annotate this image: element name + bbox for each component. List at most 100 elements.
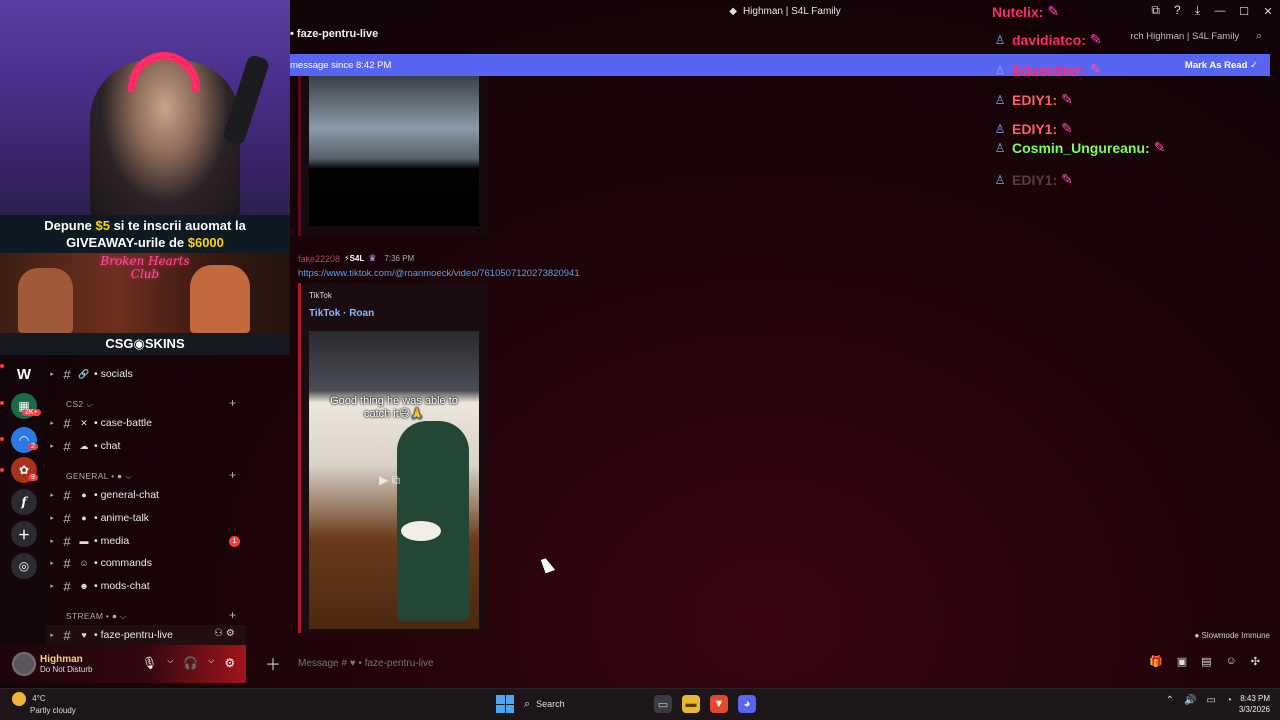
username: Highman	[40, 654, 83, 665]
category-header[interactable]: CS2 ⌵	[66, 399, 93, 410]
add-channel-icon[interactable]: +	[229, 396, 236, 410]
video-thumbnail[interactable]: Good thing he was able to catch it😅🙏 ▶ ⧉	[309, 331, 479, 629]
windows-taskbar: 4°C Partly cloudy ⌕ Search ▭ ▬ ▼ ◕ ⌃ 🔊 ▭…	[0, 688, 1280, 720]
message-input[interactable]	[298, 657, 898, 669]
message-author[interactable]: fake22208	[298, 254, 340, 264]
add-channel-icon[interactable]: +	[229, 608, 236, 622]
server-icon[interactable]: f	[11, 489, 37, 515]
gift-icon[interactable]: 🎁	[1149, 655, 1163, 668]
category-header[interactable]: STREAM • ● ⌵	[66, 611, 127, 622]
category-header[interactable]: GENERAL • ● ⌵	[66, 471, 132, 482]
chevron-right-icon[interactable]: ▸	[46, 442, 58, 450]
channel-name: • commands	[94, 557, 152, 569]
taskbar-search[interactable]: ⌕ Search	[524, 693, 644, 715]
chat-username: EDIY1:	[1012, 120, 1058, 137]
video-caption: Good thing he was able to catch it😅🙏	[330, 395, 458, 420]
chevron-right-icon[interactable]: ▸	[46, 491, 58, 499]
chat-line: ♙ EDIY1: ✎	[992, 91, 1073, 108]
clock[interactable]: 8:43 PM 3/3/2026	[1239, 693, 1270, 715]
headphones-icon[interactable]: 🎧	[183, 656, 198, 670]
sidebar-item-channel[interactable]: ▸ # ☻ • mods-chat	[46, 576, 246, 596]
network-icon[interactable]: ◔	[1226, 695, 1232, 706]
sidebar-item-channel[interactable]: ▸ # ✕ • case-battle	[46, 413, 246, 433]
user-info[interactable]: Highman Do Not Disturb	[40, 654, 92, 674]
chevron-down-icon[interactable]: ⌵	[208, 656, 214, 670]
chevron-right-icon[interactable]: ▸	[46, 370, 58, 378]
giveaway-promo: Depune $5 si te inscrii auomat la GIVEAW…	[0, 215, 290, 253]
chevron-right-icon[interactable]: ▸	[46, 582, 58, 590]
chat-badge-icon: ♙	[994, 140, 1006, 155]
gif-icon[interactable]: ▣	[1177, 655, 1187, 668]
chevron-up-icon[interactable]: ⌃	[1166, 695, 1174, 706]
server-tag[interactable]: ⚡S4L	[344, 254, 364, 263]
chevron-right-icon[interactable]: ▸	[46, 419, 58, 427]
message-timestamp: 7:36 PM	[384, 254, 415, 263]
sidebar-item-channel[interactable]: ▸ # 🔗 • socials	[46, 364, 246, 384]
chevron-right-icon[interactable]: ▸	[46, 559, 58, 567]
chat-badge-icon: ♙	[994, 172, 1006, 187]
slowmode-label: Slowmode Immune	[1201, 631, 1270, 640]
embed-title[interactable]: TikTok · Roan	[309, 308, 374, 319]
server-badge: 2	[28, 443, 38, 450]
clock-time: 8:43 PM	[1240, 694, 1270, 703]
task-view-icon[interactable]: ▭	[654, 695, 672, 713]
unread-dot	[0, 364, 4, 368]
channel-header-title: • faze-pentru-live	[290, 28, 379, 40]
avatar[interactable]	[12, 652, 36, 676]
chevron-right-icon[interactable]: ▸	[46, 514, 58, 522]
discover-icon[interactable]: ◎	[11, 553, 37, 579]
sidebar-item-channel[interactable]: ▸ # ▬ • media	[46, 531, 246, 551]
hash-icon: #	[63, 438, 71, 454]
display-icon[interactable]: ▭	[1207, 695, 1216, 706]
hash-icon: #	[63, 533, 71, 549]
emoji-icon[interactable]: ☺	[1226, 655, 1237, 668]
gear-icon[interactable]: ⚙	[224, 656, 235, 670]
chat-badge-icon: ♙	[994, 121, 1006, 136]
add-server-icon[interactable]: ＋	[11, 521, 37, 547]
chat-line: ♙ Eduardavr: ✎	[992, 61, 1102, 78]
chat-emote-icon: ✎	[1153, 139, 1166, 155]
role-icon: ♛	[368, 253, 377, 263]
file-explorer-icon[interactable]: ▬	[682, 695, 700, 713]
promo-prize: $6000	[187, 235, 224, 250]
weather-widget[interactable]: 4°C Partly cloudy	[12, 692, 76, 716]
apps-icon[interactable]: ✣	[1251, 655, 1260, 668]
sidebar-item-channel[interactable]: ▸ # ☁ • chat	[46, 436, 246, 456]
chevron-down-icon[interactable]: ⌵	[167, 656, 173, 670]
weather-icon	[12, 692, 26, 706]
add-attachment-icon[interactable]: ＋	[262, 651, 284, 675]
embed-image[interactable]	[309, 76, 479, 226]
sidebar-item-channel[interactable]: ▸ # ☺ • commands	[46, 553, 246, 573]
server-w-icon[interactable]: W	[11, 361, 37, 387]
banner-neon-text: Broken Hearts Club	[100, 254, 190, 281]
sidebar-item-channel[interactable]: ▸ # ● • anime-talk	[46, 508, 246, 528]
composer-tools: 🎁 ▣ ▤ ☺ ✣	[1149, 655, 1260, 668]
message-header: fake22208 ⚡S4L ♛ 7:36 PM	[298, 253, 414, 264]
sidebar-item-channel[interactable]: ▸ # ● • general-chat	[46, 485, 246, 505]
chevron-right-icon[interactable]: ▸	[46, 537, 58, 545]
discord-icon[interactable]: ◕	[738, 695, 756, 713]
hash-icon: #	[63, 487, 71, 503]
chat-badge-icon: ♙	[994, 32, 1006, 47]
message-link[interactable]: https://www.tiktok.com/@roanmoeck/video/…	[298, 268, 580, 279]
hash-icon: #	[63, 366, 71, 382]
channel-settings-icon[interactable]: ⚇ ⚙	[214, 628, 235, 639]
windows-start-icon[interactable]	[496, 695, 514, 713]
unread-dot	[0, 468, 4, 472]
promo-line-2: GIVEAWAY-urile de $6000	[0, 234, 290, 251]
chat-emote-icon: ✎	[1061, 171, 1073, 187]
chevron-right-icon[interactable]: ▸	[46, 631, 58, 639]
discord-app: ◆ Highman | S4L Family ⧉ ? ⤓ — ☐ ✕ • faz…	[0, 0, 1280, 688]
volume-icon[interactable]: 🔊	[1184, 695, 1196, 706]
microphone-icon[interactable]: 🎙	[142, 656, 157, 670]
channel-name: • mods-chat	[94, 580, 150, 592]
chat-username: EDIY1:	[1012, 91, 1058, 108]
brave-browser-icon[interactable]: ▼	[710, 695, 728, 713]
banner-figure	[18, 268, 73, 333]
system-tray: ⌃ 🔊 ▭ ◔	[1166, 695, 1232, 706]
chat-username: Nutelix:	[992, 3, 1044, 20]
play-icon[interactable]: ▶ ⧉	[379, 473, 400, 488]
weather-condition: Partly cloudy	[30, 706, 76, 715]
sticker-icon[interactable]: ▤	[1201, 655, 1211, 668]
add-channel-icon[interactable]: +	[229, 468, 236, 482]
